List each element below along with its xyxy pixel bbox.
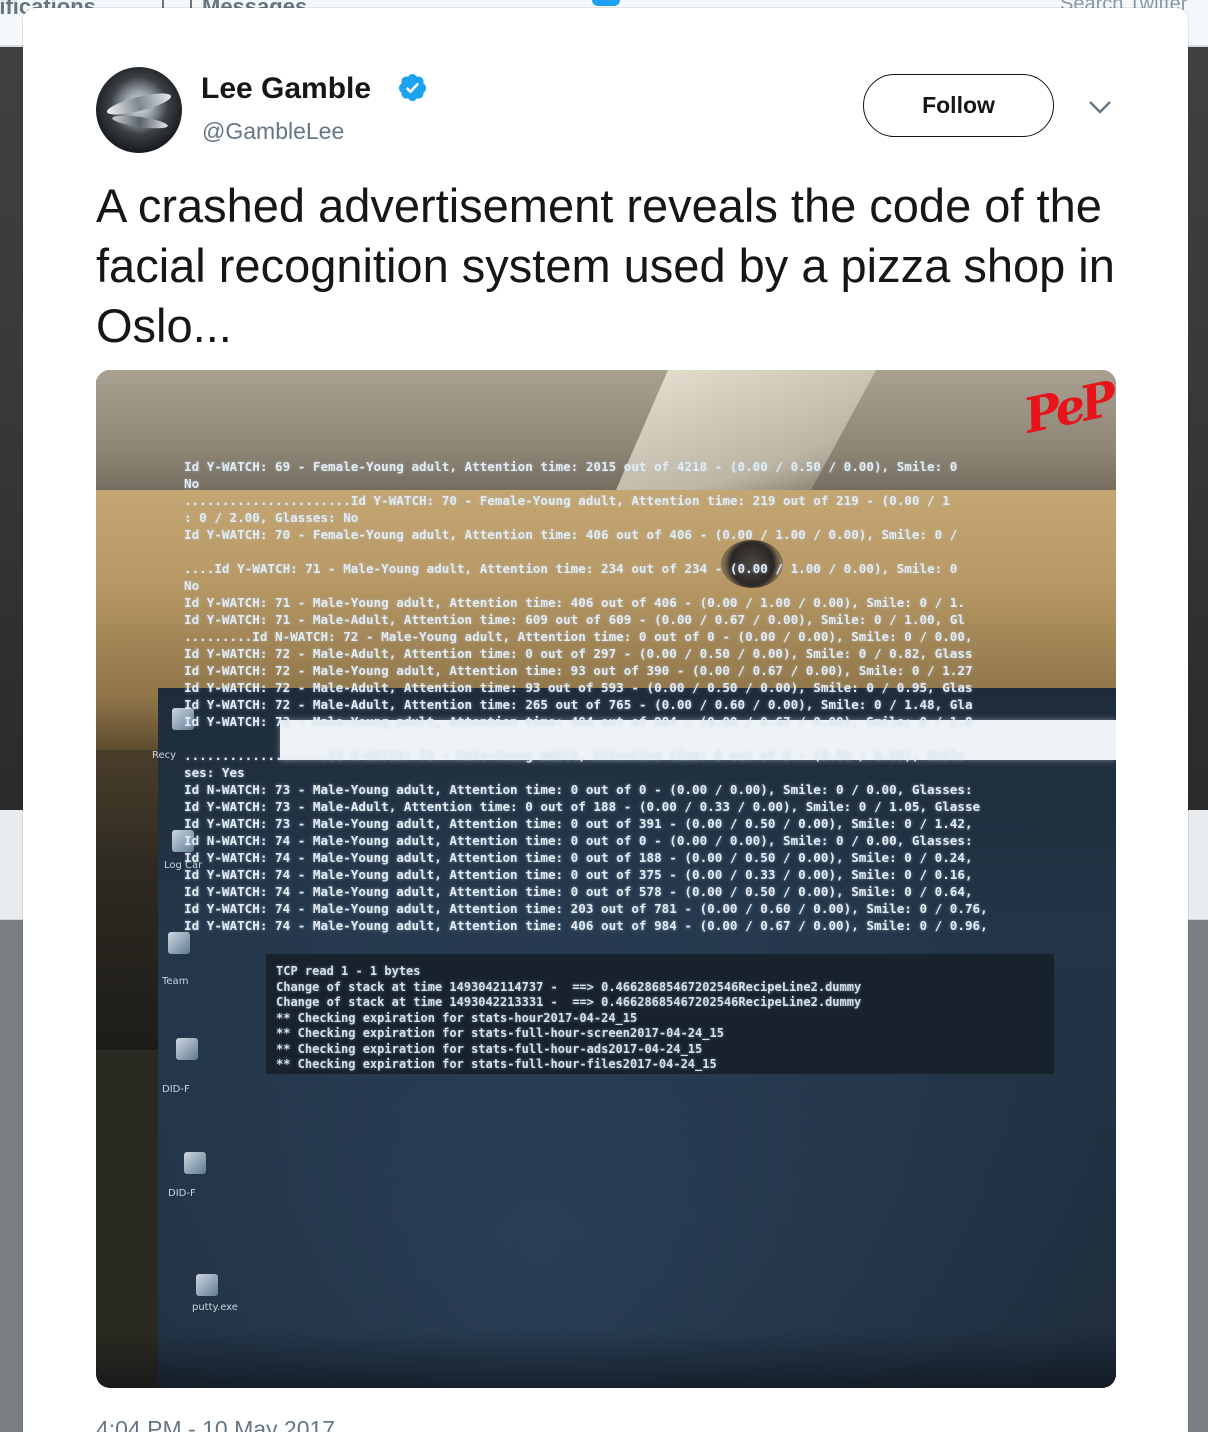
team-icon — [168, 932, 190, 954]
home-logo-icon — [592, 0, 620, 6]
log-line: Id Y-WATCH: 73 - Male-Adult, Attention t… — [184, 799, 981, 814]
log-line: Id Y-WATCH: 71 - Male-Young adult, Atten… — [184, 595, 965, 610]
console-line: TCP read 1 - 1 bytes — [276, 964, 421, 978]
console-output: TCP read 1 - 1 bytes Change of stack at t… — [276, 964, 1076, 1073]
face-tracking-log: Id Y-WATCH: 69 - Female-Young adult, Att… — [184, 458, 1064, 934]
log-line: Id Y-WATCH: 72 - Male-Adult, Attention t… — [184, 646, 973, 661]
log-line: Id Y-WATCH: 73 - Male-Young adult, Atten… — [184, 816, 973, 831]
desktop-label: Team — [162, 976, 189, 987]
log-line: Id Y-WATCH: 72 - Male-Adult, Attention t… — [184, 697, 973, 712]
chevron-down-icon[interactable] — [1087, 98, 1113, 116]
log-line: : 0 / 2.00, Glasses: No — [184, 510, 359, 525]
did-file-icon — [184, 1152, 206, 1174]
log-line: Id Y-WATCH: 74 - Male-Young adult, Atten… — [184, 884, 973, 899]
did-file-icon — [176, 1038, 198, 1060]
console-line: ** Checking expiration for stats-full-ho… — [276, 1026, 724, 1040]
console-line: Change of stack at time 1493042213331 - … — [276, 995, 862, 1009]
log-line: Id Y-WATCH: 72 - Male-Adult, Attention t… — [184, 680, 973, 695]
console-line: ** Checking expiration for stats-full-ho… — [276, 1057, 717, 1071]
author-handle[interactable]: @GambleLee — [202, 118, 344, 145]
console-line: ** Checking expiration for stats-full-ho… — [276, 1041, 703, 1056]
desktop-label: DID-F — [168, 1188, 196, 1199]
log-line: Id Y-WATCH: 74 - Male-Young adult, Atten… — [184, 901, 988, 916]
tweet-timestamp[interactable]: 4:04 PM - 10 May 2017 — [96, 1416, 335, 1432]
log-line: No — [184, 578, 200, 593]
console-line: Change of stack at time 1493042114737 - … — [276, 979, 862, 994]
desktop-label: DID-F — [162, 1084, 190, 1095]
log-line: .........Id N-WATCH: 72 - Male-Young adu… — [184, 629, 973, 644]
log-line: Id Y-WATCH: 74 - Male-Young adult, Atten… — [184, 918, 988, 933]
log-line: No — [184, 476, 200, 491]
tweet-photo[interactable]: PeP Recy Log Car Team DID-F DID-F putty.… — [96, 370, 1116, 1388]
avatar[interactable] — [96, 67, 182, 153]
log-line: Id Y-WATCH: 74 - Male-Young adult, Atten… — [184, 850, 973, 865]
console-line: ** Checking expiration for stats-hour201… — [276, 1010, 638, 1025]
tweet-modal: Lee Gamble @GambleLee Follow A crashed a… — [23, 8, 1188, 1432]
log-line: Id Y-WATCH: 74 - Male-Young adult, Atten… — [184, 867, 973, 882]
desktop-label: putty.exe — [192, 1302, 238, 1313]
tweet-text: A crashed advertisement reveals the code… — [96, 179, 1115, 352]
putty-icon — [196, 1274, 218, 1296]
log-line: ...................Id N-WATCH: 73 - Male… — [184, 748, 965, 763]
log-line: Id Y-WATCH: 69 - Female-Young adult, Att… — [184, 459, 958, 474]
follow-button[interactable]: Follow — [863, 74, 1054, 137]
log-line: Id Y-WATCH: 70 - Female-Young adult, Att… — [184, 527, 958, 542]
log-line: ....Id Y-WATCH: 71 - Male-Young adult, A… — [184, 561, 958, 576]
log-line: Id Y-WATCH: 72 - Male-Young adult, Atten… — [184, 714, 973, 729]
photo-bottom-fade — [96, 1330, 1116, 1388]
log-line: Id N-WATCH: 74 - Male-Young adult, Atten… — [184, 833, 973, 848]
log-line: ......................Id Y-WATCH: 70 - F… — [184, 493, 950, 508]
author-name[interactable]: Lee Gamble — [201, 72, 371, 106]
desktop-label: Recy — [152, 750, 177, 761]
log-line: Id Y-WATCH: 71 - Male-Adult, Attention t… — [184, 612, 965, 627]
log-line: ses: Yes — [184, 765, 245, 780]
verified-badge-icon — [398, 73, 427, 102]
log-line: Id N-WATCH: 73 - Male-Young adult, Atten… — [184, 782, 973, 797]
log-line: Id Y-WATCH: 72 - Male-Young adult, Atten… — [184, 663, 973, 678]
